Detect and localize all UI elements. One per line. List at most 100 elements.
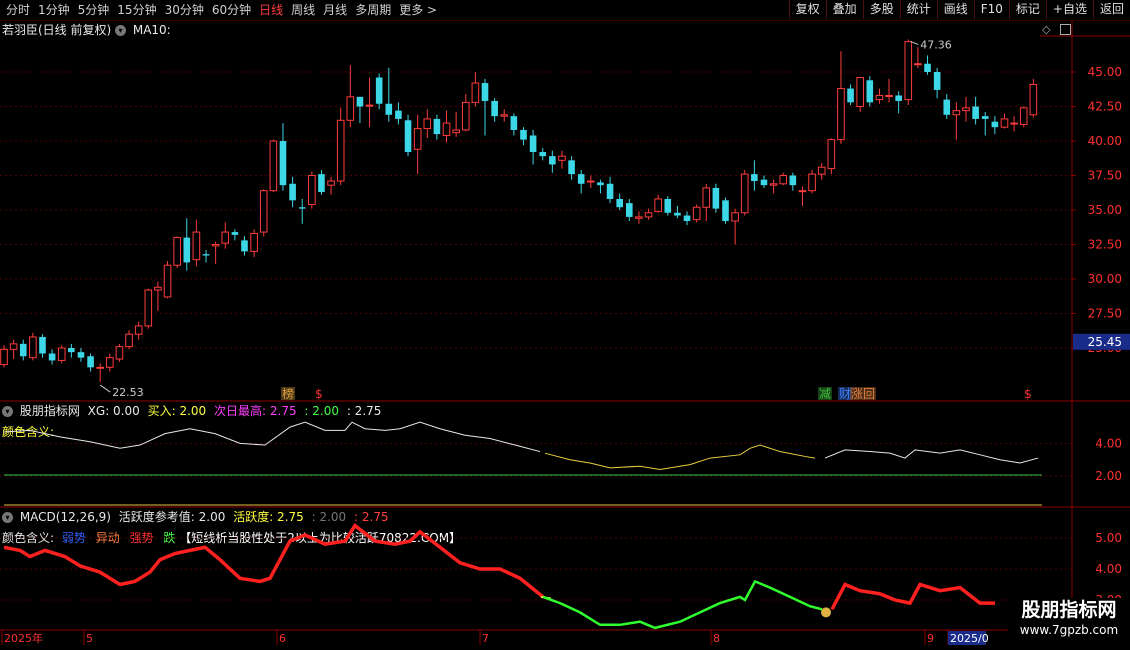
candle-body	[192, 231, 201, 261]
candle-body	[115, 346, 124, 360]
candle-body	[616, 198, 623, 208]
candle-body	[808, 173, 816, 192]
candle-body	[904, 41, 913, 101]
candle-body	[972, 106, 979, 119]
signal-marker: $	[1024, 387, 1032, 401]
candle-body	[269, 140, 278, 192]
ind1-yellow-segment	[544, 444, 816, 470]
date-tick-label: 2025/0	[950, 632, 989, 645]
price-tick-label: 30.00	[1088, 272, 1122, 286]
candle-body	[173, 237, 181, 266]
candle-body	[57, 347, 66, 361]
ind2-tick-label: 5.00	[1095, 531, 1122, 545]
candle-body	[106, 357, 114, 368]
candle-body	[433, 118, 441, 135]
high-note-label: 47.36	[920, 38, 952, 51]
candle-body	[606, 183, 614, 199]
date-tick-label: 7	[482, 632, 489, 645]
candle-body	[442, 122, 451, 136]
signal-marker: 榜	[282, 386, 294, 401]
candle-body	[789, 175, 797, 186]
watermark-title: 股朋指标网	[1021, 599, 1117, 621]
price-tick-label: 45.00	[1088, 65, 1122, 79]
candle-body	[144, 289, 153, 327]
candle-body	[1010, 122, 1018, 125]
candle-body	[510, 116, 518, 130]
candle-body	[241, 240, 248, 252]
candle-body	[827, 139, 836, 170]
watermark-url: www.7gpzb.com	[1019, 623, 1119, 637]
candle-body	[943, 99, 951, 115]
candle-body	[423, 118, 432, 130]
candle-body	[461, 101, 470, 131]
candle-body	[875, 94, 884, 101]
candle-body	[644, 212, 653, 218]
candle-body	[895, 95, 902, 101]
money-bag-icon	[821, 607, 831, 618]
date-tick-label: 8	[713, 632, 720, 645]
watermark-logo: 股朋指标网 www.7gpzb.com	[1008, 598, 1130, 642]
candle-body	[520, 129, 527, 140]
signal-marker: 减	[819, 387, 831, 401]
candle-body	[231, 232, 239, 235]
signal-marker: 涨回	[851, 386, 875, 401]
candle-body	[202, 254, 210, 256]
candle-body	[395, 110, 402, 119]
candle-body	[365, 104, 374, 107]
candle-body	[259, 190, 268, 233]
candle-body	[847, 88, 854, 103]
candle-body	[183, 237, 191, 263]
candle-body	[664, 198, 672, 213]
candle-body	[760, 179, 768, 186]
candle-body	[279, 141, 287, 186]
candle-body	[346, 96, 355, 121]
candle-body	[587, 180, 595, 183]
candle-body	[298, 207, 306, 209]
ind2-red-line	[830, 582, 995, 611]
candle-body	[375, 77, 383, 104]
chart-canvas[interactable]: 47.36 22.53 榜 $ 减财涨回 $ 45.00 42.50 40.00 37.50 35…	[0, 0, 1130, 650]
candle-body	[731, 212, 739, 222]
candle-body	[626, 203, 633, 217]
candle-body	[952, 110, 961, 116]
low-note-label: 22.53	[112, 386, 144, 399]
price-tick-label: 35.00	[1088, 203, 1122, 217]
candle-body	[318, 174, 325, 193]
candle-body	[539, 152, 547, 157]
candle-body	[39, 336, 46, 354]
candle-body	[991, 121, 999, 128]
date-tick-label: 9	[927, 632, 934, 645]
candle-body	[221, 231, 230, 244]
ind1-tick-label: 4.00	[1095, 436, 1122, 450]
candle-body	[491, 100, 498, 117]
candle-body	[1029, 83, 1038, 116]
candle-body	[481, 83, 489, 101]
candle-body	[327, 180, 335, 186]
candle-body	[154, 286, 162, 291]
candle-body	[308, 175, 316, 205]
candle-body	[549, 156, 556, 165]
candle-body	[981, 116, 989, 119]
candle-body	[87, 356, 94, 368]
candle-body	[558, 155, 566, 161]
candle-body	[250, 232, 258, 252]
candle-body	[597, 182, 604, 186]
price-tick-label: 32.50	[1088, 238, 1122, 252]
candle-body	[740, 173, 749, 214]
candle-body	[68, 348, 75, 353]
candle-body	[779, 175, 788, 185]
candle-body	[577, 174, 585, 184]
candle-body	[933, 72, 941, 90]
candle-body	[19, 343, 27, 357]
price-tick-label: 37.50	[1088, 169, 1122, 183]
ind2-red-line	[3, 523, 545, 599]
low-note-arrow	[99, 384, 111, 393]
price-tick-label: 40.00	[1088, 134, 1122, 148]
candle-body	[674, 212, 681, 216]
candle-body	[29, 336, 37, 359]
ind1-white-line	[3, 421, 541, 453]
candle-body	[1019, 107, 1028, 125]
candle-body	[125, 333, 133, 348]
candle-body	[722, 200, 729, 222]
candle-body	[452, 129, 460, 134]
